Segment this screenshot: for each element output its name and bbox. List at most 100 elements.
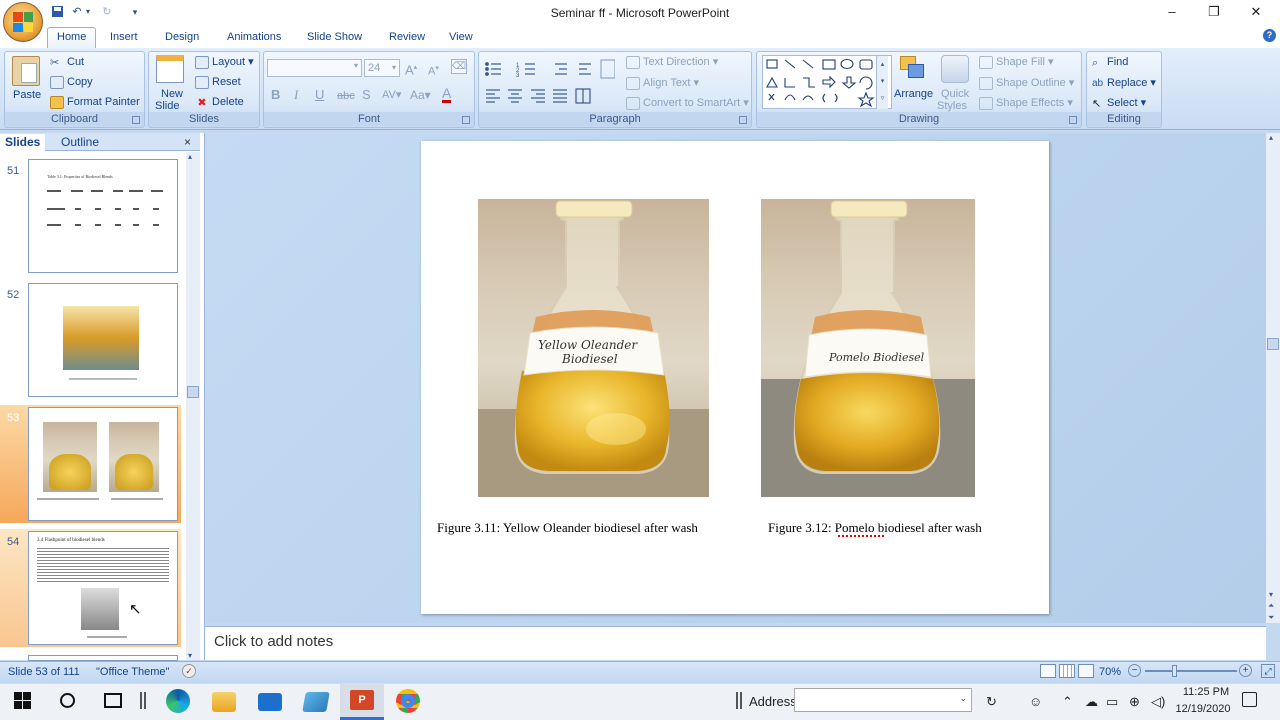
- tab-review[interactable]: Review: [380, 29, 434, 48]
- shape-outline-button[interactable]: Shape Outline ▾: [979, 76, 1074, 90]
- close-pane-icon[interactable]: ×: [184, 135, 191, 149]
- notes-placeholder[interactable]: Click to add notes: [214, 633, 333, 650]
- caption-yellow-oleander[interactable]: Figure 3.11: Yellow Oleander biodiesel a…: [437, 520, 698, 536]
- zoom-level[interactable]: 70%: [1099, 666, 1121, 678]
- grow-font-icon[interactable]: A▴: [405, 61, 417, 77]
- windows-start-icon[interactable]: [14, 692, 31, 709]
- copy-button[interactable]: Copy: [50, 75, 93, 89]
- office-button[interactable]: [3, 2, 43, 42]
- scroll-up-icon[interactable]: ▴: [1269, 133, 1273, 142]
- zoom-out-icon[interactable]: −: [1128, 664, 1141, 677]
- character-spacing-icon[interactable]: AV▾: [382, 88, 401, 102]
- notes-pane[interactable]: [205, 626, 1266, 660]
- tab-slides[interactable]: Slides: [0, 134, 46, 151]
- underline-icon[interactable]: U: [315, 88, 324, 102]
- font-size-dropdown-icon[interactable]: ▾: [392, 60, 396, 76]
- font-launcher-icon[interactable]: [462, 116, 470, 124]
- arrange-icon[interactable]: [898, 54, 928, 82]
- strikethrough-icon[interactable]: abc: [337, 89, 355, 103]
- mail-icon[interactable]: [258, 693, 282, 711]
- tab-animations[interactable]: Animations: [218, 29, 290, 48]
- font-name-box[interactable]: ▾: [267, 59, 362, 77]
- refresh-icon[interactable]: ↻: [986, 694, 997, 710]
- tab-outline[interactable]: Outline: [56, 134, 104, 151]
- slide-thumbnail-54[interactable]: 3.4 Flashpoint of biodiesel blends: [28, 531, 178, 645]
- slide-show-view-icon[interactable]: [1078, 664, 1094, 678]
- notifications-icon[interactable]: [1242, 692, 1257, 707]
- tab-slide-show[interactable]: Slide Show: [298, 29, 371, 48]
- zoom-slider-thumb[interactable]: [1172, 665, 1177, 677]
- slide-thumbnail-53[interactable]: [28, 407, 178, 521]
- clock-time[interactable]: 11:25 PM: [1179, 686, 1233, 698]
- slide-sorter-icon[interactable]: [1059, 664, 1075, 678]
- chrome-icon[interactable]: [396, 689, 420, 713]
- font-size-box[interactable]: 24 ▾: [364, 59, 400, 77]
- scroll-down-icon[interactable]: ▾: [1269, 590, 1273, 599]
- search-icon[interactable]: [60, 693, 75, 708]
- tab-insert[interactable]: Insert: [101, 29, 147, 48]
- scroll-down-icon[interactable]: ▾: [188, 651, 192, 660]
- address-dropdown-icon[interactable]: ⌄: [959, 693, 967, 704]
- convert-smartart-button[interactable]: Convert to SmartArt ▾: [626, 96, 749, 110]
- new-slide-label-2[interactable]: Slide: [155, 99, 179, 113]
- minimize-button[interactable]: –: [1162, 4, 1182, 20]
- select-button[interactable]: ↖ Select ▾: [1092, 96, 1146, 110]
- network-icon[interactable]: ⊕: [1129, 694, 1140, 710]
- cut-button[interactable]: ✂ Cut: [50, 55, 84, 69]
- caption-pomelo[interactable]: Figure 3.12: Pomelo biodiesel after wash: [768, 520, 982, 536]
- align-buttons[interactable]: [483, 87, 603, 105]
- shapes-scroll-icon[interactable]: ▴ ▾ ▿: [876, 56, 888, 109]
- address-input[interactable]: ⌄: [794, 688, 972, 712]
- arrange-label[interactable]: Arrange: [894, 87, 933, 101]
- tab-view[interactable]: View: [440, 29, 482, 48]
- format-painter-button[interactable]: Format Painter: [50, 95, 140, 109]
- change-case-icon[interactable]: Aa▾: [410, 88, 431, 102]
- normal-view-icon[interactable]: [1040, 664, 1056, 678]
- new-slide-icon[interactable]: [156, 55, 184, 83]
- theme-name[interactable]: "Office Theme": [96, 666, 169, 678]
- powerpoint-taskbar-button[interactable]: P: [340, 683, 384, 720]
- onedrive-icon[interactable]: ☁: [1085, 694, 1098, 710]
- text-shadow-icon[interactable]: S: [362, 88, 371, 102]
- volume-icon[interactable]: ◁): [1151, 694, 1165, 710]
- clipboard-launcher-icon[interactable]: [132, 116, 140, 124]
- restore-button[interactable]: ❐: [1204, 4, 1224, 20]
- battery-icon[interactable]: ▭: [1106, 694, 1118, 710]
- text-direction-button[interactable]: Text Direction ▾: [626, 55, 718, 69]
- people-icon[interactable]: ☺: [1029, 694, 1042, 709]
- shapes-gallery[interactable]: [762, 55, 892, 109]
- quick-styles-icon[interactable]: [941, 55, 969, 83]
- fit-to-window-icon[interactable]: ⤢: [1261, 664, 1275, 678]
- find-button[interactable]: ⌕ Find: [1092, 55, 1128, 69]
- slide-thumbnail-52[interactable]: [28, 283, 178, 397]
- pomelo-photo[interactable]: Pomelo Biodiesel: [761, 199, 975, 497]
- clear-formatting-icon[interactable]: ⌫: [451, 59, 467, 74]
- task-view-icon[interactable]: [104, 693, 122, 708]
- font-color-icon[interactable]: A: [442, 86, 452, 103]
- next-slide-icon[interactable]: ⏷: [1268, 613, 1274, 623]
- slide-thumbnail-51[interactable]: Table 3.1: Properties of Biodiesel Blend…: [28, 159, 178, 273]
- edge-browser-icon[interactable]: [166, 689, 190, 713]
- spelling-status-icon[interactable]: ✓: [182, 664, 196, 678]
- shape-fill-button[interactable]: Shape Fill ▾: [979, 55, 1054, 69]
- drawing-launcher-icon[interactable]: [1069, 116, 1077, 124]
- font-name-dropdown-icon[interactable]: ▾: [354, 61, 358, 70]
- paste-button[interactable]: Paste: [13, 88, 41, 102]
- app-icon[interactable]: [302, 692, 330, 712]
- align-text-button[interactable]: Align Text ▾: [626, 76, 699, 90]
- reset-button[interactable]: Reset: [195, 75, 241, 89]
- replace-button[interactable]: ab Replace ▾: [1092, 76, 1156, 90]
- shrink-font-icon[interactable]: A▾: [428, 62, 439, 79]
- scroll-thumb[interactable]: [187, 386, 199, 398]
- tab-design[interactable]: Design: [156, 29, 208, 48]
- delete-slide-button[interactable]: ✖ Delete: [195, 95, 243, 109]
- bold-icon[interactable]: B: [271, 88, 280, 102]
- scroll-up-icon[interactable]: ▴: [188, 152, 192, 161]
- tab-home[interactable]: Home: [47, 27, 97, 48]
- layout-button[interactable]: Layout ▾: [195, 55, 254, 69]
- zoom-slider-track[interactable]: [1145, 670, 1237, 672]
- close-button[interactable]: ✕: [1246, 4, 1266, 20]
- editor-scrollbar[interactable]: ▴ ▾ ⏶ ⏷: [1266, 133, 1280, 623]
- file-explorer-icon[interactable]: [212, 692, 236, 712]
- quick-styles-label-2[interactable]: Styles: [937, 99, 967, 113]
